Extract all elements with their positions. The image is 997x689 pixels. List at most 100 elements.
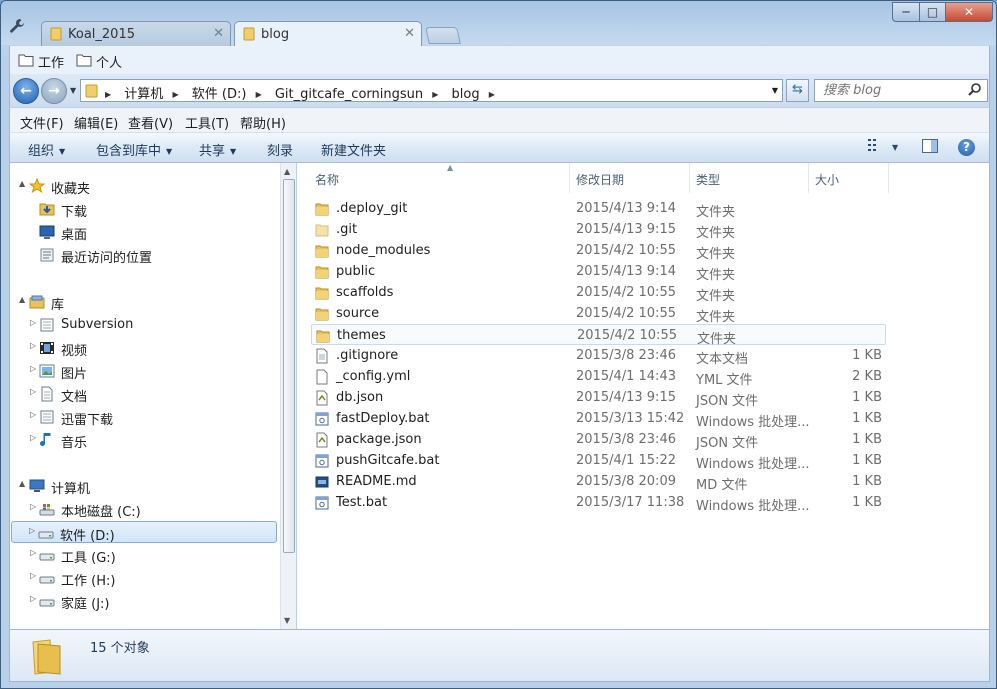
forward-button[interactable]: → xyxy=(41,78,67,104)
column-header-type[interactable]: 类型 xyxy=(690,163,809,193)
navigation-scrollbar[interactable]: ▲ ▼ xyxy=(280,163,296,629)
expand-arrow-icon[interactable]: ▷ xyxy=(30,502,36,511)
file-row[interactable]: public 2015/4/13 9:14 文件夹 xyxy=(311,261,886,283)
address-bar[interactable]: ▶ 计算机 ▶ 软件 (D:) ▶ Git_gitcafe_corningsun… xyxy=(80,79,783,102)
column-header-size[interactable]: 大小 xyxy=(809,163,889,193)
menu-file[interactable]: 文件(F) xyxy=(20,113,64,132)
burn-button[interactable]: 刻录 xyxy=(267,140,293,159)
expand-arrow-icon[interactable]: ▷ xyxy=(30,571,36,580)
file-row[interactable]: .gitignore 2015/3/8 23:46 文本文档 1 KB xyxy=(311,345,886,367)
folder-icon xyxy=(243,27,256,41)
maximize-button[interactable]: □ xyxy=(919,2,946,22)
tree-item[interactable]: ▷ 工作 (H:) xyxy=(13,567,275,589)
chevron-down-icon[interactable]: ▼ xyxy=(772,86,778,95)
file-row[interactable]: scaffolds 2015/4/2 10:55 文件夹 xyxy=(311,282,886,304)
favorite-item-personal[interactable]: 个人 xyxy=(76,52,122,71)
file-row[interactable]: db.json 2015/4/13 9:15 JSON 文件 1 KB xyxy=(311,387,886,409)
preview-pane-button[interactable] xyxy=(922,139,938,157)
favorite-item-work[interactable]: 工作 xyxy=(18,52,64,71)
tree-item[interactable]: 桌面 xyxy=(13,221,275,243)
column-header-date[interactable]: 修改日期 xyxy=(570,163,690,193)
file-row[interactable]: fastDeploy.bat 2015/3/13 15:42 Windows 批处理… xyxy=(311,408,886,430)
file-row[interactable]: package.json 2015/3/8 23:46 JSON 文件 1 KB xyxy=(311,429,886,451)
chevron-right-icon[interactable]: ▶ xyxy=(105,90,111,99)
breadcrumb-computer[interactable]: 计算机 xyxy=(124,87,163,102)
tree-item[interactable]: ▷ Subversion xyxy=(13,314,275,336)
breadcrumb-git-folder[interactable]: Git_gitcafe_corningsun xyxy=(275,87,423,102)
file-row[interactable]: .git 2015/4/13 9:15 文件夹 xyxy=(311,219,886,241)
menu-help[interactable]: 帮助(H) xyxy=(240,113,286,132)
tree-item[interactable]: ▷ 工具 (G:) xyxy=(13,544,275,566)
expand-arrow-icon[interactable]: ▷ xyxy=(30,410,36,419)
expand-arrow-icon[interactable]: ▷ xyxy=(30,318,36,327)
folder-icon xyxy=(315,264,329,280)
breadcrumb-drive-d[interactable]: 软件 (D:) xyxy=(192,87,247,102)
tab-koal-2015[interactable]: Koal_2015 ✕ xyxy=(41,21,231,46)
expand-arrow-icon[interactable]: ▷ xyxy=(30,594,36,603)
file-row[interactable]: Test.bat 2015/3/17 11:38 Windows 批处理... 1 K… xyxy=(311,492,886,514)
chevron-right-icon[interactable]: ▶ xyxy=(489,90,495,99)
tree-item[interactable]: ▲ 库 xyxy=(13,291,275,313)
expanded-arrow-icon[interactable]: ▲ xyxy=(19,179,25,188)
scroll-down-icon[interactable]: ▼ xyxy=(284,616,290,625)
refresh-button[interactable]: ⇆ xyxy=(786,79,809,102)
tree-item[interactable]: 下载 xyxy=(13,198,275,220)
close-icon[interactable]: ✕ xyxy=(213,26,224,41)
menu-view[interactable]: 查看(V) xyxy=(128,113,173,132)
tree-item[interactable]: ▷ 迅雷下载 xyxy=(13,406,275,428)
wrench-icon[interactable] xyxy=(9,18,27,36)
tree-item[interactable]: ▲ 收藏夹 xyxy=(13,175,275,197)
expand-arrow-icon[interactable]: ▷ xyxy=(30,433,36,442)
text-file-icon xyxy=(315,348,329,364)
help-button[interactable]: ? xyxy=(958,139,975,156)
tree-item[interactable]: ▲ 计算机 xyxy=(13,475,275,497)
file-row[interactable]: _config.yml 2015/4/1 14:43 YML 文件 2 KB xyxy=(311,366,886,388)
menu-edit[interactable]: 编辑(E) xyxy=(74,113,118,132)
file-row[interactable]: source 2015/4/2 10:55 文件夹 xyxy=(311,303,886,325)
new-folder-button[interactable]: 新建文件夹 xyxy=(321,140,386,159)
tree-item[interactable]: 最近访问的位置 xyxy=(13,244,275,266)
new-tab-button[interactable] xyxy=(425,27,461,44)
close-button[interactable]: ✕ xyxy=(945,2,993,22)
breadcrumb-blog[interactable]: blog xyxy=(452,87,480,102)
tree-item[interactable]: ▷ 本地磁盘 (C:) xyxy=(13,498,275,520)
tree-item[interactable]: ▷ 软件 (D:) xyxy=(11,521,277,544)
close-icon[interactable]: ✕ xyxy=(404,26,415,41)
expand-arrow-icon[interactable]: ▷ xyxy=(30,364,36,373)
tab-blog[interactable]: blog ✕ xyxy=(234,21,422,47)
back-button[interactable]: ← xyxy=(13,78,39,104)
tree-item[interactable]: ▷ 图片 xyxy=(13,360,275,382)
include-in-library-button[interactable]: 包含到库中 ▼ xyxy=(96,140,172,159)
file-row[interactable]: README.md 2015/3/8 20:09 MD 文件 1 KB xyxy=(311,471,886,493)
file-row[interactable]: themes 2015/4/2 10:55 文件夹 xyxy=(311,324,886,347)
scroll-up-icon[interactable]: ▲ xyxy=(284,167,290,176)
system-drive-icon xyxy=(39,501,55,517)
file-row[interactable]: node_modules 2015/4/2 10:55 文件夹 xyxy=(311,240,886,262)
chevron-right-icon[interactable]: ▶ xyxy=(256,90,262,99)
tree-item[interactable]: ▷ 视频 xyxy=(13,337,275,359)
scrollbar-thumb[interactable] xyxy=(283,179,295,553)
file-row[interactable]: pushGitcafe.bat 2015/4/1 15:22 Windows 批处理… xyxy=(311,450,886,472)
search-icon[interactable] xyxy=(968,83,981,100)
expand-arrow-icon[interactable]: ▷ xyxy=(30,387,36,396)
expand-arrow-icon[interactable]: ▷ xyxy=(29,526,35,535)
change-view-button[interactable] xyxy=(868,139,884,155)
column-header-name[interactable]: 名称 ▲ xyxy=(309,163,570,193)
organize-button[interactable]: 组织 ▼ xyxy=(28,140,65,159)
chevron-right-icon[interactable]: ▶ xyxy=(172,90,178,99)
expand-arrow-icon[interactable]: ▷ xyxy=(30,548,36,557)
minimize-button[interactable]: ─ xyxy=(892,2,920,22)
file-row[interactable]: .deploy_git 2015/4/13 9:14 文件夹 xyxy=(311,198,886,220)
share-button[interactable]: 共享 ▼ xyxy=(199,140,236,159)
tree-item[interactable]: ▷ 文档 xyxy=(13,383,275,405)
expanded-arrow-icon[interactable]: ▲ xyxy=(19,295,25,304)
search-input[interactable] xyxy=(823,81,968,100)
expand-arrow-icon[interactable]: ▷ xyxy=(30,341,36,350)
menu-tools[interactable]: 工具(T) xyxy=(185,113,229,132)
recent-pages-dropdown-icon[interactable]: ▼ xyxy=(70,86,76,95)
chevron-right-icon[interactable]: ▶ xyxy=(432,90,438,99)
tree-item[interactable]: ▷ 家庭 (J:) xyxy=(13,590,275,612)
tree-item[interactable]: ▷ 音乐 xyxy=(13,429,275,451)
expanded-arrow-icon[interactable]: ▲ xyxy=(19,479,25,488)
view-options-dropdown[interactable]: ▼ xyxy=(892,139,898,154)
